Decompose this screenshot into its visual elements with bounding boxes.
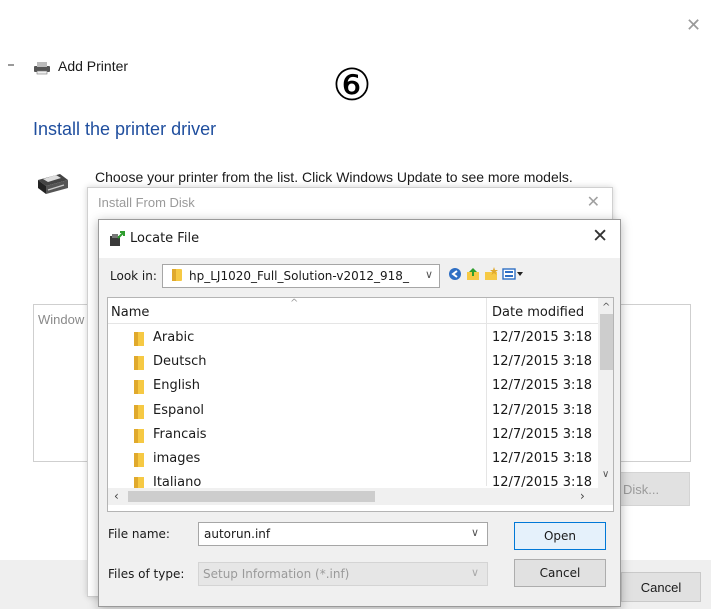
chevron-down-icon: ∨: [471, 566, 480, 579]
sort-ascending-icon: ^: [290, 298, 299, 309]
scroll-right-icon[interactable]: ›: [580, 489, 585, 503]
locate-file-title: Locate File: [130, 231, 200, 246]
list-label: Window: [38, 312, 85, 327]
horizontal-scroll-thumb[interactable]: [128, 491, 375, 502]
file-name: images: [153, 450, 201, 466]
column-date-header[interactable]: Date modified: [492, 305, 584, 320]
install-from-disk-title: Install From Disk: [98, 195, 195, 210]
file-list[interactable]: Name ^ Date modified Arabic 12/7/2015 3:…: [107, 297, 614, 512]
list-item[interactable]: Espanol 12/7/2015 3:18: [108, 399, 598, 423]
printer-large-icon: [34, 170, 70, 203]
vertical-scroll-thumb[interactable]: [600, 314, 613, 370]
list-item[interactable]: Francais 12/7/2015 3:18: [108, 423, 598, 447]
printer-list-box[interactable]: Window: [33, 304, 93, 462]
scroll-left-icon[interactable]: ‹: [114, 489, 119, 503]
list-item[interactable]: English 12/7/2015 3:18: [108, 374, 598, 398]
locate-file-dialog: Locate File ✕ Look in: hp_LJ1020_Full_So…: [98, 219, 621, 607]
column-header: Name ^ Date modified: [108, 298, 598, 324]
scroll-down-icon[interactable]: ∨: [602, 469, 609, 480]
install-from-disk-close-icon[interactable]: ✕: [587, 192, 600, 212]
open-button[interactable]: Open: [514, 522, 606, 550]
wizard-description: Choose your printer from the list. Click…: [95, 169, 573, 185]
folder-icon: [134, 331, 144, 350]
file-name: English: [153, 378, 200, 394]
folder-icon: [134, 428, 144, 447]
file-name: Deutsch: [153, 354, 207, 370]
folder-icon: [171, 267, 183, 286]
file-date: 12/7/2015 3:18: [492, 426, 592, 442]
have-disk-button[interactable]: Disk...: [610, 472, 690, 506]
list-item[interactable]: images 12/7/2015 3:18: [108, 447, 598, 471]
file-name-label: File name:: [108, 527, 170, 541]
file-name-input[interactable]: autorun.inf: [198, 522, 488, 546]
wizard-title: Add Printer: [58, 58, 129, 74]
look-in-label: Look in:: [110, 269, 157, 283]
file-type-dropdown: Setup Information (*.inf): [198, 562, 488, 586]
view-menu-icon[interactable]: [502, 266, 524, 285]
column-name-header[interactable]: Name: [111, 305, 149, 320]
file-name: Francais: [153, 426, 207, 442]
back-icon[interactable]: [448, 266, 462, 285]
wizard-heading: Install the printer driver: [33, 119, 217, 139]
new-folder-icon[interactable]: [484, 266, 498, 285]
vertical-scrollbar[interactable]: ^ ∨: [598, 298, 613, 488]
list-item[interactable]: Deutsch 12/7/2015 3:18: [108, 350, 598, 374]
file-date: 12/7/2015 3:18: [492, 378, 592, 394]
wizard-close-icon[interactable]: ✕: [686, 16, 701, 34]
list-item[interactable]: Arabic 12/7/2015 3:18: [108, 326, 598, 350]
scrollbar-corner: [598, 488, 613, 505]
chevron-down-icon[interactable]: ∨: [471, 526, 479, 539]
folder-icon: [134, 452, 144, 471]
printer-small-icon: [32, 61, 52, 80]
folder-icon: [134, 379, 144, 398]
look-in-dropdown[interactable]: hp_LJ1020_Full_Solution-v2012_918_ ∨: [162, 264, 440, 288]
file-date: 12/7/2015 3:18: [492, 402, 592, 418]
file-date: 12/7/2015 3:18: [492, 450, 592, 466]
cancel-button[interactable]: Cancel: [514, 559, 606, 587]
step-marker: ⑥: [332, 59, 372, 111]
folder-icon: [134, 355, 144, 374]
horizontal-scrollbar[interactable]: ‹ ›: [108, 488, 598, 505]
scroll-up-icon[interactable]: ^: [602, 302, 610, 313]
toolbar-icons: [448, 266, 524, 285]
printer-list-box-right[interactable]: [620, 304, 691, 462]
locate-file-titlebar: Locate File ✕: [99, 220, 620, 258]
file-name: Arabic: [153, 330, 195, 345]
file-rows: Arabic 12/7/2015 3:18 Deutsch 12/7/2015 …: [108, 326, 598, 495]
file-date: 12/7/2015 3:18: [492, 354, 592, 370]
file-name: Espanol: [153, 402, 205, 418]
back-arrow-icon[interactable]: [8, 64, 14, 66]
locate-file-close-icon[interactable]: ✕: [592, 227, 608, 246]
look-in-value: hp_LJ1020_Full_Solution-v2012_918_: [189, 269, 409, 283]
file-type-label: Files of type:: [108, 567, 185, 581]
chevron-down-icon: ∨: [424, 268, 433, 281]
file-date: 12/7/2015 3:18: [492, 330, 592, 345]
up-folder-icon[interactable]: [466, 266, 480, 285]
wizard-cancel-button[interactable]: Cancel: [621, 572, 701, 602]
locate-file-icon: [109, 231, 125, 251]
folder-icon: [134, 404, 144, 423]
